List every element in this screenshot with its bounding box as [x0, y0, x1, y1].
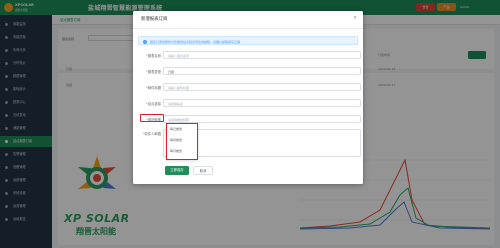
chevron-down-icon: ⌄: [354, 118, 357, 122]
report-name-input[interactable]: 请输入报表名称: [163, 51, 361, 59]
frequency-option-weekly[interactable]: 每周推送: [170, 138, 182, 142]
frequency-option-monthly[interactable]: 每月推送: [170, 149, 182, 153]
save-button[interactable]: 立即保存: [165, 166, 189, 175]
email-title-label: *邮件标题: [146, 86, 161, 90]
frequency-select[interactable]: 请选择推送频率 ⌄: [163, 115, 361, 123]
frequency-dropdown: 每日推送 每周推送 每月推送: [166, 123, 198, 160]
chevron-down-icon: ⌄: [354, 70, 357, 74]
site-label: *站点选择: [146, 102, 161, 106]
site-select[interactable]: 请选择站点 ⌄: [163, 99, 361, 107]
report-type-select[interactable]: 日报 ⌄: [163, 67, 361, 75]
notice-text: 报表订阅将按时为您推送站点报表到您的邮箱，请确认邮箱填写正确: [150, 39, 241, 44]
dialog-title: 新增报表订阅: [141, 17, 168, 22]
cancel-button[interactable]: 取消: [193, 166, 213, 175]
recipients-label: *收件人邮箱: [142, 132, 161, 136]
info-icon: i: [143, 39, 147, 44]
report-name-label: *报表名称: [146, 54, 161, 58]
report-type-label: *报表类型: [146, 70, 161, 74]
divider: [133, 28, 363, 29]
close-icon[interactable]: ×: [353, 15, 357, 21]
chevron-down-icon: ⌄: [354, 102, 357, 106]
email-title-input[interactable]: 请输入邮件标题: [163, 83, 361, 91]
info-notice: i 报表订阅将按时为您推送站点报表到您的邮箱，请确认邮箱填写正确: [138, 36, 358, 45]
frequency-highlight: [140, 114, 164, 122]
add-subscription-dialog: 新增报表订阅 × i 报表订阅将按时为您推送站点报表到您的邮箱，请确认邮箱填写正…: [133, 11, 363, 184]
frequency-option-daily[interactable]: 每日推送: [170, 127, 182, 131]
